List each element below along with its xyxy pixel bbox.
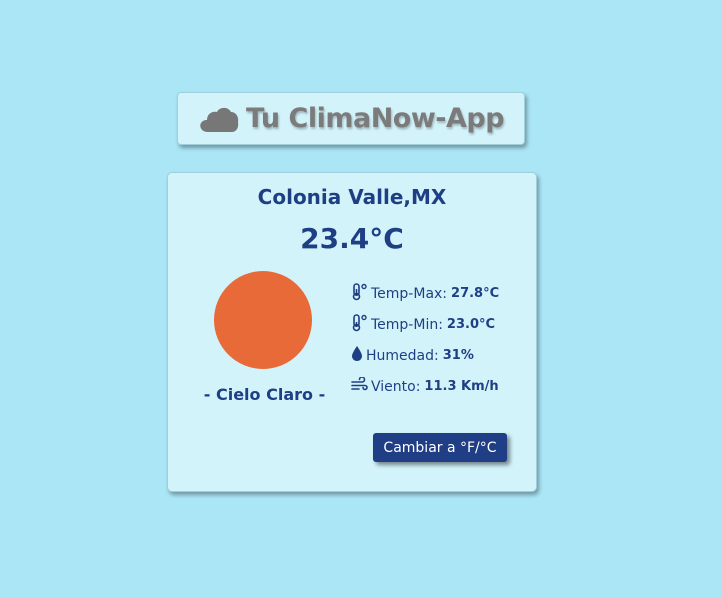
thermometer-icon	[351, 313, 368, 336]
temp-max-value: 27.8°C	[451, 286, 500, 301]
app-title-text: Tu ClimaNow-App	[245, 103, 505, 134]
app-title-group: Tu ClimaNow-App	[198, 103, 505, 134]
wind-label: Viento:	[371, 378, 421, 395]
stat-temp-min: Temp-Min: 23.0°C	[351, 309, 499, 340]
stat-humidity: Humedad: 31%	[351, 340, 499, 371]
toggle-units-button[interactable]: Cambiar a °F/°C	[373, 433, 507, 462]
temp-min-label: Temp-Min:	[371, 316, 443, 333]
wind-value: 11.3 Km/h	[424, 379, 499, 394]
weather-stats: Temp-Max: 27.8°C Temp-Min: 23.0°C Humeda…	[351, 278, 499, 402]
water-drop-icon	[351, 345, 363, 366]
sun-icon	[214, 271, 312, 369]
stat-wind: Viento: 11.3 Km/h	[351, 371, 499, 402]
app-header: Tu ClimaNow-App	[177, 92, 525, 145]
cloud-icon	[198, 104, 240, 134]
temp-min-value: 23.0°C	[446, 317, 496, 332]
wind-icon	[351, 376, 368, 396]
humidity-label: Humedad:	[366, 347, 439, 364]
stat-temp-max: Temp-Max: 27.8°C	[351, 278, 499, 309]
temp-max-label: Temp-Max:	[371, 285, 448, 302]
current-temperature: 23.4°C	[300, 222, 404, 255]
weather-card: Colonia Valle,MX 23.4°C - Cielo Claro - …	[167, 172, 537, 492]
humidity-value: 31%	[442, 348, 474, 363]
weather-condition: - Cielo Claro -	[203, 385, 326, 404]
thermometer-icon	[351, 282, 368, 305]
location-name: Colonia Valle,MX	[257, 185, 447, 209]
